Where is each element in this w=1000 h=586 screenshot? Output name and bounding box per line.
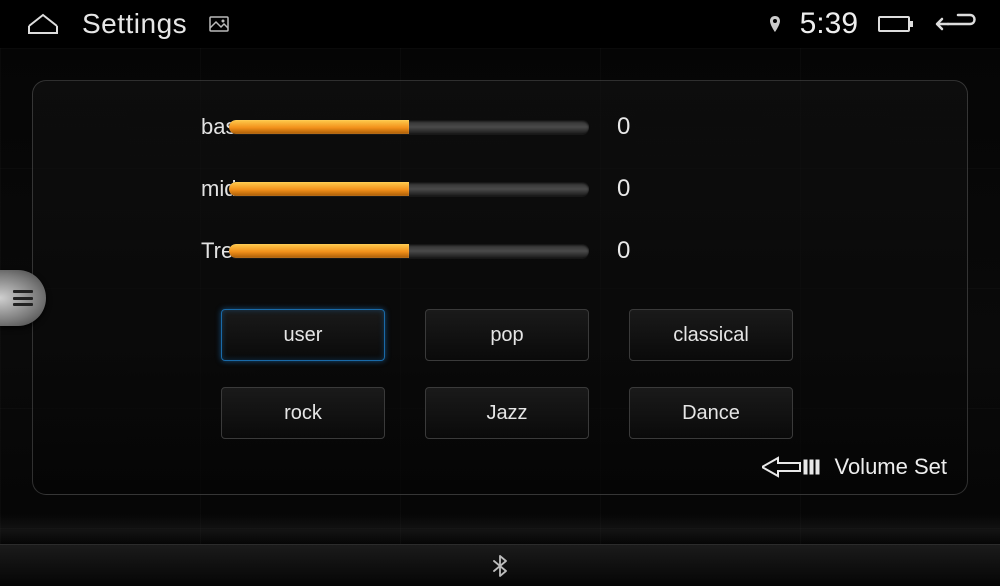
slider-bass: bass 0 xyxy=(91,113,909,141)
floor-highlight xyxy=(0,514,1000,544)
hamburger-icon xyxy=(13,290,33,306)
arrow-left-icon xyxy=(762,456,824,478)
back-icon[interactable] xyxy=(934,11,980,37)
preset-user[interactable]: user xyxy=(221,309,385,361)
slider-fill xyxy=(229,120,409,134)
volume-set-label: Volume Set xyxy=(834,454,947,480)
statusbar: Settings 5:39 xyxy=(0,0,1000,48)
slider-value: 0 xyxy=(617,237,657,265)
slider-track[interactable] xyxy=(229,182,589,196)
slider-track[interactable] xyxy=(229,120,589,134)
bluetooth-icon[interactable] xyxy=(493,555,507,577)
volume-set-button[interactable]: Volume Set xyxy=(762,454,947,480)
location-icon xyxy=(770,16,780,32)
eq-presets: user pop classical rock Jazz Dance xyxy=(221,309,791,439)
eq-sliders: bass 0 mid 0 Tre 0 xyxy=(91,113,909,265)
slider-value: 0 xyxy=(617,113,657,141)
slider-mid: mid 0 xyxy=(91,175,909,203)
picture-icon xyxy=(209,16,229,32)
slider-fill xyxy=(229,182,409,196)
battery-icon xyxy=(878,14,914,34)
clock: 5:39 xyxy=(800,7,858,41)
page-title: Settings xyxy=(82,8,187,40)
preset-classical[interactable]: classical xyxy=(629,309,793,361)
home-icon[interactable] xyxy=(26,12,60,36)
slider-label: mid xyxy=(91,176,201,202)
preset-pop[interactable]: pop xyxy=(425,309,589,361)
slider-label: Tre xyxy=(91,238,201,264)
preset-jazz[interactable]: Jazz xyxy=(425,387,589,439)
slider-fill xyxy=(229,244,409,258)
slider-track[interactable] xyxy=(229,244,589,258)
preset-rock[interactable]: rock xyxy=(221,387,385,439)
slider-value: 0 xyxy=(617,175,657,203)
slider-label: bass xyxy=(91,114,201,140)
bottom-bar xyxy=(0,544,1000,586)
eq-panel: bass 0 mid 0 Tre 0 user pop classical ro… xyxy=(32,80,968,495)
slider-tre: Tre 0 xyxy=(91,237,909,265)
preset-dance[interactable]: Dance xyxy=(629,387,793,439)
